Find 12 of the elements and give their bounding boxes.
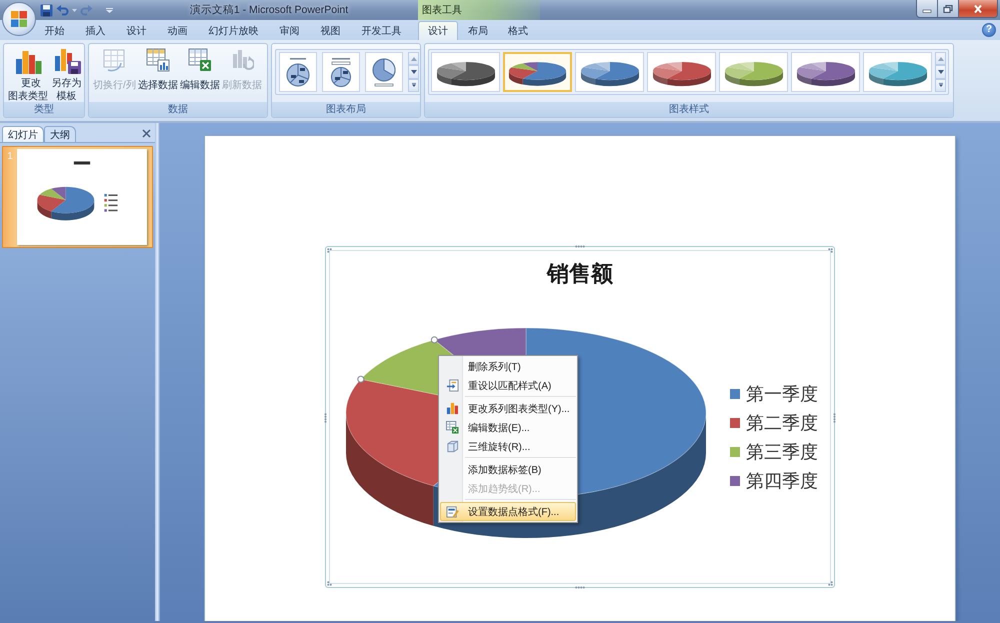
group-label: 数据 [89,102,267,117]
contextual-tools-header: 图表工具 [418,0,540,20]
legend-label: 第四季度 [746,470,818,492]
legend-label: 第二季度 [746,412,818,434]
window-title: 演示文稿1 - Microsoft PowerPoint [190,3,348,17]
legend-label: 第三季度 [746,440,818,464]
group-label: 图表布局 [272,102,420,117]
group-label: 图表样式 [425,102,953,117]
chart-title: 销售额 [545,260,614,288]
group-label: 类型 [4,102,84,117]
legend-label: 第一季度 [746,382,818,406]
slide-number: 1 [6,151,14,162]
